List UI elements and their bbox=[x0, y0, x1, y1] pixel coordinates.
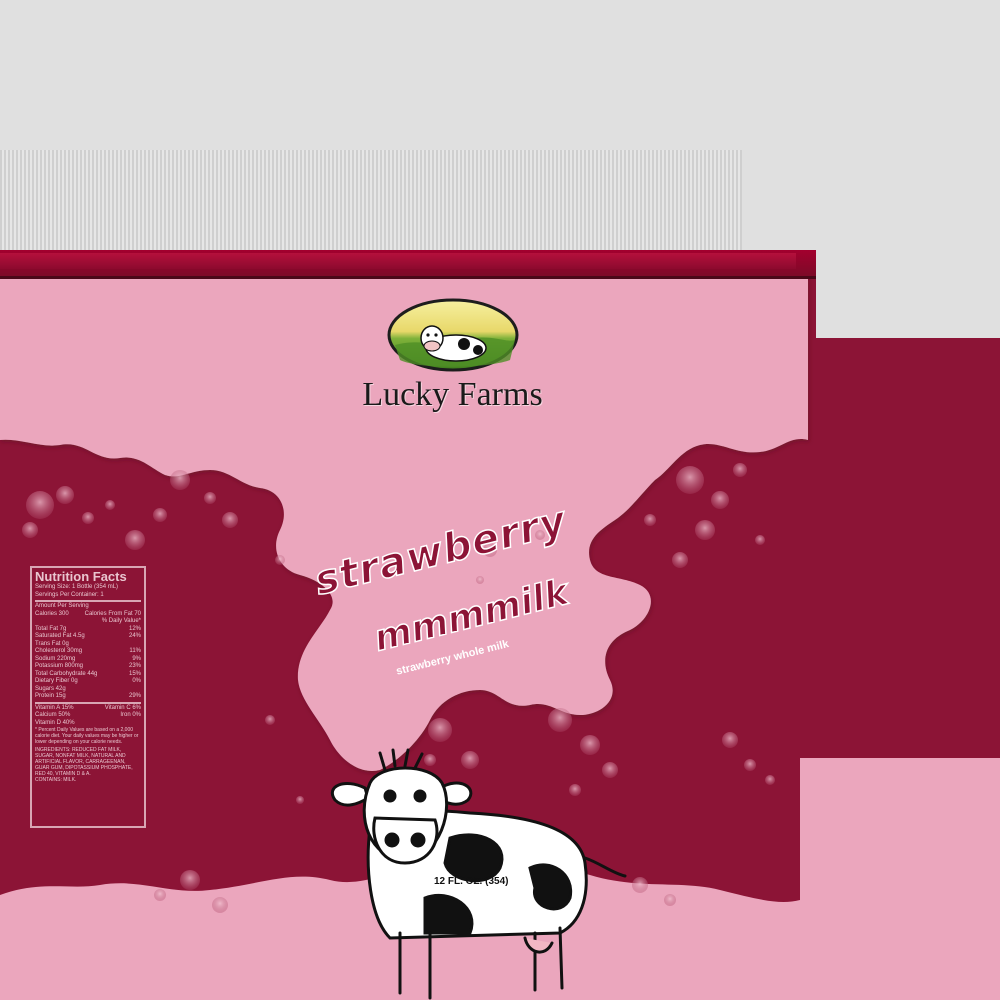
ingredients: INGREDIENTS: REDUCED FAT MILK, SUGAR, NO… bbox=[35, 747, 133, 777]
vitamin-left: Calcium 50% bbox=[35, 712, 71, 718]
nutrient-row: Potassium 800mg bbox=[35, 663, 84, 669]
nutrition-title: Nutrition Facts bbox=[35, 569, 127, 584]
nutrient-row: Sodium 220mg bbox=[35, 655, 76, 662]
serving-size: Serving Size: 1 Bottle (354 mL) bbox=[35, 584, 119, 590]
nutrient-row: Total Fat 7g bbox=[35, 625, 67, 632]
vitamin-right: Vitamin C 6% bbox=[104, 704, 141, 711]
nutrient-value: 24% bbox=[128, 633, 141, 639]
vitamin-right: Iron 0% bbox=[120, 712, 141, 718]
nutrition-facts-panel: Nutrition Facts Serving Size: 1 Bottle (… bbox=[30, 566, 146, 828]
nutrition-rule bbox=[35, 600, 141, 602]
label-artwork bbox=[0, 276, 808, 1000]
nutrient-row: Protein 15g bbox=[35, 693, 66, 699]
nutrient-row: Cholesterol 30mg bbox=[35, 648, 83, 654]
nutrient-row: Saturated Fat 4.5g bbox=[35, 633, 85, 639]
nutrient-row: Trans Fat 0g bbox=[35, 640, 69, 647]
servings-per-container: Servings Per Container: 1 bbox=[35, 591, 104, 598]
vitamin-left: Vitamin D 40% bbox=[35, 719, 75, 726]
nutrient-value: 15% bbox=[128, 670, 141, 677]
calories-from-fat: Calories From Fat 70 bbox=[84, 610, 141, 617]
vitamin-left: Vitamin A 15% bbox=[35, 704, 74, 711]
nutrition-footnote: * Percent Daily Values are based on a 2,… bbox=[35, 727, 139, 745]
nutrition-rule bbox=[35, 701, 141, 704]
nutrient-row: Sugars 42g bbox=[35, 685, 66, 692]
nutrient-value: 29% bbox=[128, 693, 141, 699]
top-band-highlight bbox=[0, 253, 796, 269]
nutrient-value: 9% bbox=[132, 655, 141, 662]
allergen-contains: CONTAINS: MILK. bbox=[35, 777, 77, 783]
nutrient-value: 0% bbox=[132, 678, 141, 684]
calories: Calories 300 bbox=[35, 610, 69, 617]
nutrient-value: 23% bbox=[128, 663, 141, 669]
nutrient-value: 12% bbox=[128, 625, 141, 632]
nutrient-row: Total Carbohydrate 44g bbox=[35, 670, 98, 677]
brand-name: Lucky Farms bbox=[362, 376, 543, 413]
nutrient-value: 11% bbox=[129, 648, 141, 654]
volume-label: 12 FL. OZ. (354) bbox=[434, 876, 509, 887]
nutrient-row: Dietary Fiber 0g bbox=[35, 678, 78, 684]
amount-per-serving: Amount Per Serving bbox=[35, 603, 89, 609]
daily-value-header: % Daily Value* bbox=[101, 618, 141, 624]
